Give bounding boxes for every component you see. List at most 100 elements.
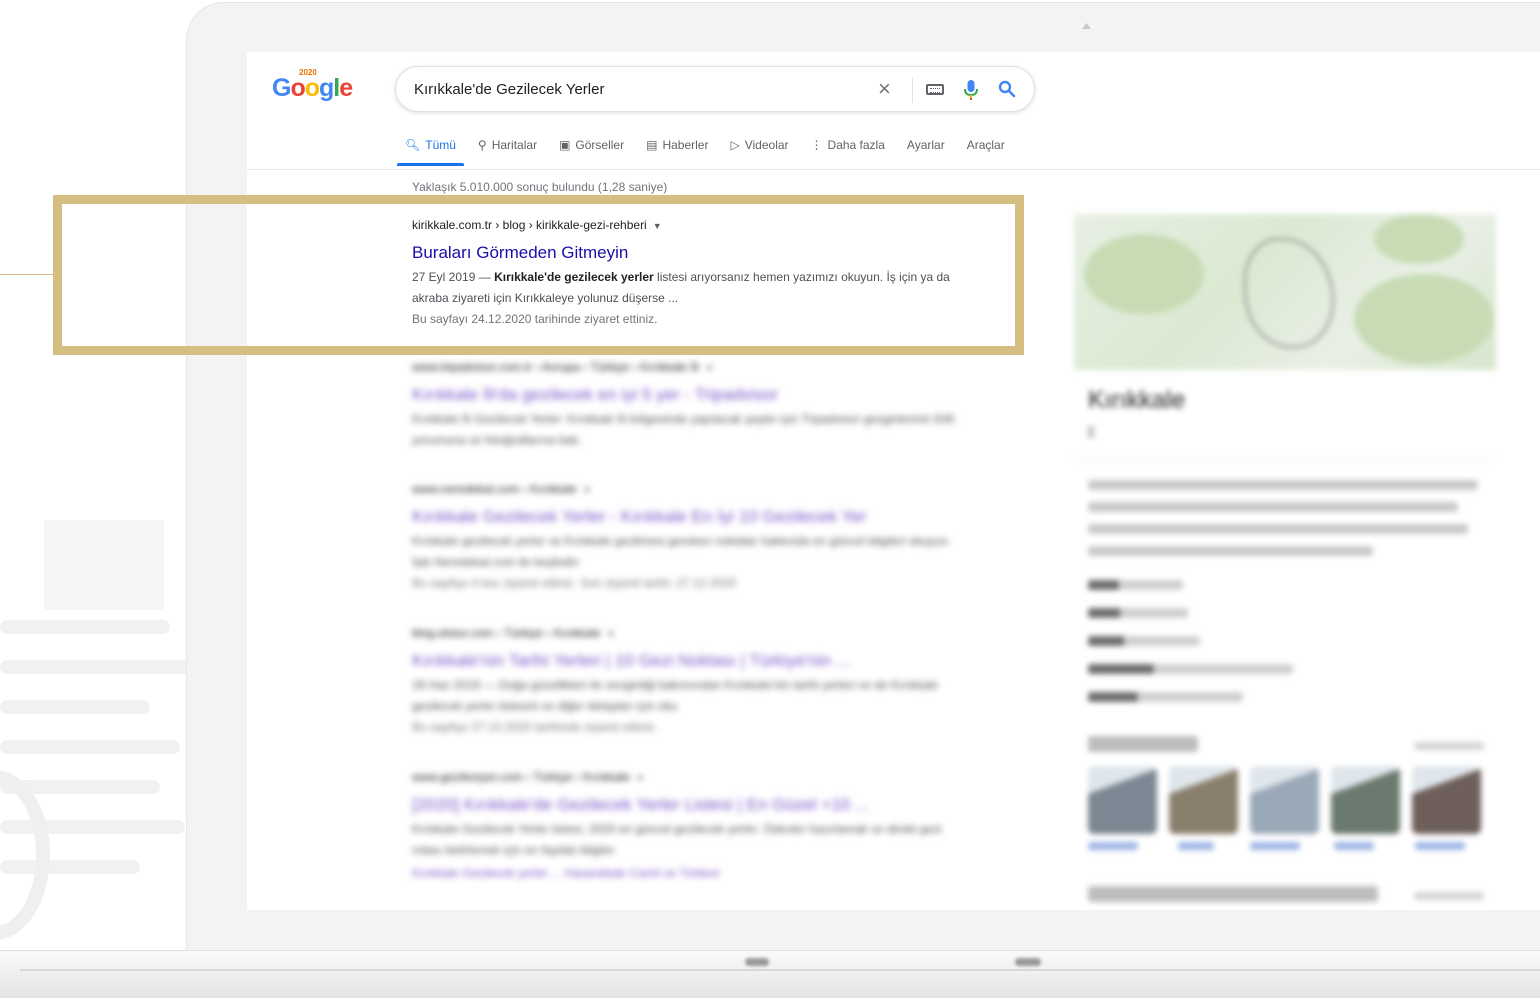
keyboard-icon[interactable] <box>926 84 944 95</box>
result-url[interactable]: www.gezilesiyer.com › Türkiye › Kırıkkal… <box>412 768 992 787</box>
attraction-thumbnail[interactable] <box>1331 766 1400 834</box>
result-snippet: Kırıkkale Gezilecek Yerler listesi, 2020… <box>412 822 942 857</box>
highlight-frame <box>53 195 1024 355</box>
logo-letter: G <box>272 74 291 102</box>
result-url[interactable]: www.tripadvisor.com.tr › Avrupa › Türkiy… <box>412 358 992 377</box>
map-region-outline <box>1244 238 1334 348</box>
fact-row <box>1088 580 1183 590</box>
tab-label: Videolar <box>744 138 789 152</box>
tab-label: Araçlar <box>966 138 1005 152</box>
camera-icon <box>1082 23 1091 29</box>
result-stats: Yaklaşık 5.010.000 sonuç bulundu (1,28 s… <box>412 180 668 194</box>
description-line <box>1088 546 1373 556</box>
attraction-thumbnail[interactable] <box>1169 766 1238 834</box>
tab-tümü[interactable]: 🔍︎ Tümü <box>397 134 464 166</box>
result-snippet: 29 Haz 2019 — Doğa güzellikleri ile zeng… <box>412 678 938 713</box>
result-title[interactable]: Kırıkkale Gezilecek Yerler - Kırıkkale E… <box>412 505 992 529</box>
tab-haberler[interactable]: ▤ Haberler <box>646 134 708 156</box>
result-url[interactable]: www.neredekal.com › Kırıkkale ▼ <box>412 480 992 499</box>
knowledge-panel: Kırıkkale <box>1074 214 1496 910</box>
laptop-base <box>0 950 1540 998</box>
tab-görseller[interactable]: ▣ Görseller <box>559 134 624 156</box>
caret-down-icon[interactable]: ▼ <box>583 485 592 495</box>
fact-row <box>1088 664 1293 674</box>
tab-daha-fazla[interactable]: ⋮ Daha fazla <box>811 134 885 156</box>
fact-row <box>1088 692 1243 702</box>
laptop-hinge-left <box>745 958 769 966</box>
tab-label: Görseller <box>575 138 625 152</box>
news-icon: ▤ <box>646 138 658 152</box>
result-url-text: www.gezilesiyer.com › Türkiye › Kırıkkal… <box>412 770 630 784</box>
section-heading <box>1088 736 1198 752</box>
result-url[interactable]: blog.etstur.com › Türkiye › Kırıkkale ▼ <box>412 624 992 643</box>
knowledge-divider <box>1074 458 1496 459</box>
doodle-badge: 2020 <box>299 68 317 77</box>
clear-icon[interactable]: × <box>878 76 891 102</box>
microphone-icon[interactable] <box>964 79 978 101</box>
knowledge-title: Kırıkkale <box>1088 386 1186 414</box>
result-snippet: Kırıkkale İli Gezilecek Yerler: Kırıkkal… <box>412 412 955 447</box>
tab-label: Ayarlar <box>906 138 945 152</box>
description-line <box>1088 502 1458 512</box>
search-result: www.gezilesiyer.com › Türkiye › Kırıkkal… <box>412 768 992 884</box>
tab-ayarlar[interactable]: Ayarlar <box>907 134 945 156</box>
thumbnail-caption[interactable] <box>1088 842 1138 850</box>
caret-down-icon[interactable]: ▼ <box>636 773 645 783</box>
more-vert-icon: ⋮ <box>810 138 823 152</box>
visited-note: Bu sayfayı 4 kez ziyaret ettiniz. Son zi… <box>412 576 737 590</box>
logo-letter: e <box>339 74 353 102</box>
background-decoration <box>44 520 164 610</box>
result-snippet: Kırıkkale gezilecek yerler ve Kırıkkale … <box>412 534 951 569</box>
google-doodle-logo[interactable]: 2020 Google <box>272 68 353 103</box>
knowledge-subtitle <box>1088 426 1094 438</box>
attraction-thumbnail[interactable] <box>1088 766 1157 834</box>
thumbnail-caption[interactable] <box>1178 842 1214 850</box>
result-title[interactable]: [2020] Kırıkkale'de Gezilecek Yerler Lis… <box>412 793 992 817</box>
search-input[interactable]: Kırıkkale'de Gezilecek Yerler <box>414 81 604 98</box>
thumbnail-caption[interactable] <box>1334 842 1374 850</box>
attraction-thumbnail[interactable] <box>1412 766 1481 834</box>
view-more-link[interactable] <box>1414 892 1484 900</box>
tab-haritalar[interactable]: ⚲ Haritalar <box>478 134 537 156</box>
search-result: www.tripadvisor.com.tr › Avrupa › Türkiy… <box>412 358 992 451</box>
knowledge-map[interactable] <box>1074 214 1496 370</box>
search-divider <box>912 77 913 103</box>
search-box[interactable]: Kırıkkale'de Gezilecek Yerler × <box>395 66 1035 112</box>
map-pin-icon: ⚲ <box>477 138 487 152</box>
fact-row <box>1088 608 1188 618</box>
callout-connector <box>0 274 53 275</box>
result-title[interactable]: Kırıkkale İli'da gezilecek en iyi 5 yer … <box>412 383 992 407</box>
attraction-thumbnails <box>1088 766 1481 834</box>
result-title[interactable]: Kırıkkale'nin Tarihi Yerleri | 10 Gezi N… <box>412 649 992 673</box>
logo-letter: o <box>304 74 320 102</box>
visited-note: Bu sayfayı 27.12.2020 tarihinde ziyaret … <box>412 720 658 734</box>
video-icon: ▷ <box>730 138 740 152</box>
search-result: www.neredekal.com › Kırıkkale ▼ Kırıkkale… <box>412 480 992 594</box>
logo-letter: o <box>290 74 305 102</box>
thumbnail-caption[interactable] <box>1250 842 1300 850</box>
result-url-text: blog.etstur.com › Türkiye › Kırıkkale <box>412 626 601 640</box>
image-icon: ▣ <box>559 138 571 152</box>
result-sitelinks[interactable]: Kırıkkale Gezilecek yerler ... Hasandede… <box>412 863 967 884</box>
thumbnail-caption[interactable] <box>1415 842 1465 850</box>
description-line <box>1088 480 1478 490</box>
tab-label: Daha fazla <box>827 138 885 152</box>
search-result: blog.etstur.com › Türkiye › Kırıkkale ▼ K… <box>412 624 992 738</box>
attraction-thumbnail[interactable] <box>1250 766 1319 834</box>
tab-araçlar[interactable]: Araçlar <box>967 134 1005 156</box>
fact-row <box>1088 636 1200 646</box>
caret-down-icon[interactable]: ▼ <box>705 363 714 373</box>
search-icon[interactable] <box>998 80 1016 98</box>
tab-videolar[interactable]: ▷ Videolar <box>730 134 788 156</box>
search-tabs: 🔍︎ Tümü ⚲ Haritalar ▣ Görseller ▤ Haberler ▷ Vide… <box>397 134 1005 166</box>
result-url-text: www.tripadvisor.com.tr › Avrupa › Türkiy… <box>412 360 699 374</box>
browser-screen: 2020 Google Kırıkkale'de Gezilecek Yerle… <box>247 52 1540 910</box>
caret-down-icon[interactable]: ▼ <box>607 629 616 639</box>
tab-label: Haritalar <box>491 138 538 152</box>
laptop-hinge-right <box>1015 958 1041 966</box>
tab-label: Haberler <box>662 138 709 152</box>
search-icon: 🔍︎ <box>405 138 421 152</box>
tabs-divider <box>247 169 1540 170</box>
result-url-text: www.neredekal.com › Kırıkkale <box>412 482 577 496</box>
view-more-link[interactable] <box>1414 742 1484 750</box>
